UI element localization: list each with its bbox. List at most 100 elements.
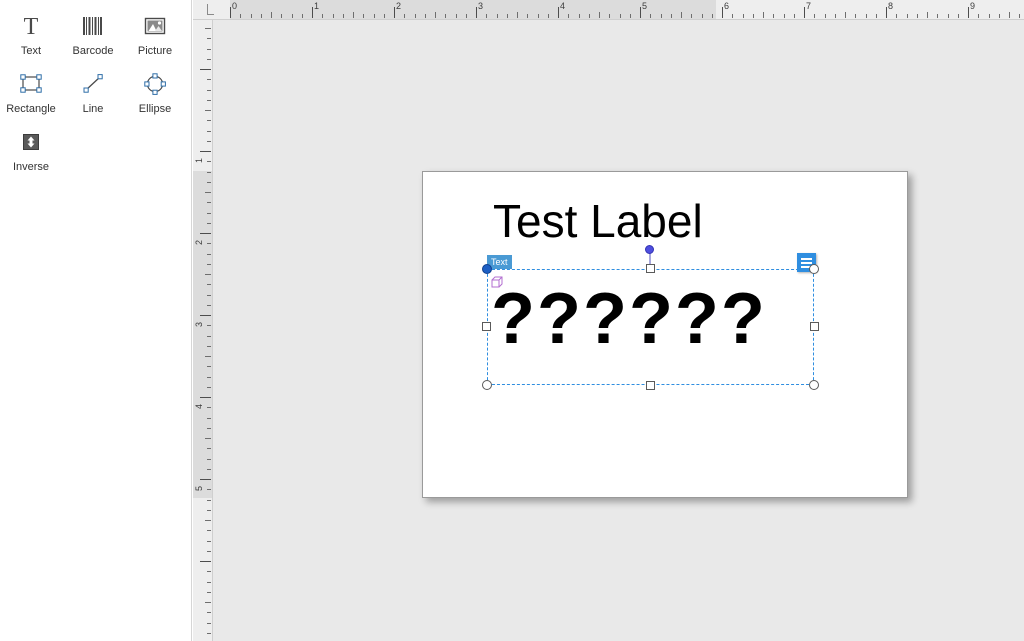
ruler-tick xyxy=(207,510,211,511)
ruler-tick xyxy=(207,141,211,142)
ruler-tick xyxy=(845,12,846,18)
ruler-tick xyxy=(207,202,211,203)
ruler-tick xyxy=(207,387,211,388)
ruler-tick xyxy=(207,295,211,296)
tool-inverse[interactable]: Inverse xyxy=(0,122,62,180)
resize-handle-bottom-center[interactable] xyxy=(646,381,655,390)
ruler-label: 2 xyxy=(194,239,204,245)
ruler-tick xyxy=(866,14,867,18)
ruler-tick xyxy=(538,14,539,18)
resize-handle-bottom-left[interactable] xyxy=(482,380,492,390)
ruler-tick xyxy=(200,479,211,480)
tool-text-label: Text xyxy=(20,45,42,57)
ruler-tick xyxy=(207,623,211,624)
ruler-tick xyxy=(743,14,744,18)
workspace: 0 1 2 3 4 5 6 7 8 9 1 2 3 4 5 Test Label ?????? Text xyxy=(193,0,1024,641)
ruler-tick xyxy=(507,14,508,18)
svg-text:T: T xyxy=(24,14,39,39)
inverse-tool-icon xyxy=(15,126,47,158)
tool-barcode[interactable]: Barcode xyxy=(62,6,124,64)
resize-handle-middle-left[interactable] xyxy=(482,322,491,331)
ruler-tick xyxy=(425,14,426,18)
tool-line-label: Line xyxy=(82,103,104,115)
ruler-tick xyxy=(207,305,211,306)
ruler-tick xyxy=(207,120,211,121)
ruler-tick xyxy=(968,7,969,18)
ruler-tick xyxy=(456,14,457,18)
ruler-tick xyxy=(712,14,713,18)
ruler-tick xyxy=(978,14,979,18)
ruler-tick xyxy=(989,14,990,18)
tool-rectangle-label: Rectangle xyxy=(6,103,56,115)
ruler-tick xyxy=(548,14,549,18)
ruler-tick xyxy=(207,592,211,593)
ruler-tick xyxy=(207,582,211,583)
ruler-tick xyxy=(476,7,477,18)
ruler-tick xyxy=(907,14,908,18)
resize-handle-top-center[interactable] xyxy=(646,264,655,273)
ruler-label: 6 xyxy=(724,1,730,11)
ruler-tick xyxy=(589,14,590,18)
label-page[interactable]: Test Label ?????? Text xyxy=(422,171,908,498)
ruler-label: 1 xyxy=(314,1,320,11)
ruler-tick xyxy=(207,284,211,285)
tool-text[interactable]: T Text xyxy=(0,6,62,64)
tool-rectangle[interactable]: Rectangle xyxy=(0,64,62,122)
ruler-tick xyxy=(207,530,211,531)
ruler-tick xyxy=(599,12,600,18)
ruler-tick xyxy=(784,14,785,18)
ruler-tick xyxy=(207,469,211,470)
ruler-tick xyxy=(640,7,641,18)
ruler-label: 9 xyxy=(970,1,976,11)
ruler-tick xyxy=(207,633,211,634)
tool-ellipse[interactable]: Ellipse xyxy=(124,64,186,122)
ruler-tick xyxy=(886,7,887,18)
ruler-label: 2 xyxy=(396,1,402,11)
canvas-object-static-text[interactable]: Test Label xyxy=(493,195,703,247)
ruler-tick xyxy=(207,541,211,542)
ruler-tick xyxy=(200,561,211,562)
rotate-handle-icon[interactable] xyxy=(645,245,654,254)
ruler-tick xyxy=(661,14,662,18)
ruler-tick xyxy=(205,192,211,193)
tool-ellipse-label: Ellipse xyxy=(138,103,172,115)
ruler-tick xyxy=(207,428,211,429)
ruler-tick xyxy=(620,14,621,18)
ruler-tick xyxy=(207,551,211,552)
vertical-ruler[interactable]: 1 2 3 4 5 xyxy=(193,20,213,641)
ruler-tick xyxy=(794,14,795,18)
ruler-tick xyxy=(292,14,293,18)
ruler-tick xyxy=(343,14,344,18)
ruler-tick xyxy=(937,14,938,18)
ruler-tick xyxy=(568,14,569,18)
canvas-object-text-content[interactable]: ?????? xyxy=(491,271,767,367)
ruler-tick xyxy=(486,14,487,18)
ruler-label: 1 xyxy=(194,157,204,163)
ruler-tick xyxy=(207,325,211,326)
ruler-tick xyxy=(374,14,375,18)
resize-handle-top-right[interactable] xyxy=(809,264,819,274)
ruler-tick xyxy=(207,182,211,183)
ruler-tick xyxy=(384,14,385,18)
tool-picture[interactable]: Picture xyxy=(124,6,186,64)
resize-handle-bottom-right[interactable] xyxy=(809,380,819,390)
ruler-tick xyxy=(825,14,826,18)
resize-handle-middle-right[interactable] xyxy=(810,322,819,331)
canvas-object-text-selected[interactable]: ?????? Text xyxy=(482,245,819,390)
canvas-area[interactable]: Test Label ?????? Text xyxy=(213,20,1024,641)
anchor-point-icon[interactable] xyxy=(482,264,492,274)
ruler-tick xyxy=(999,14,1000,18)
ruler-tick xyxy=(722,7,723,18)
ruler-tick xyxy=(579,14,580,18)
ruler-tick xyxy=(681,12,682,18)
tool-line[interactable]: Line xyxy=(62,64,124,122)
object-origin-cube-icon xyxy=(490,275,504,289)
ruler-tick xyxy=(958,14,959,18)
ruler-tick xyxy=(207,407,211,408)
ruler-tick xyxy=(205,356,211,357)
ruler-label: 5 xyxy=(642,1,648,11)
horizontal-ruler[interactable]: 0 1 2 3 4 5 6 7 8 9 xyxy=(193,0,1024,20)
ruler-tick xyxy=(814,14,815,18)
ruler-tick xyxy=(207,500,211,501)
ruler-tick xyxy=(207,346,211,347)
